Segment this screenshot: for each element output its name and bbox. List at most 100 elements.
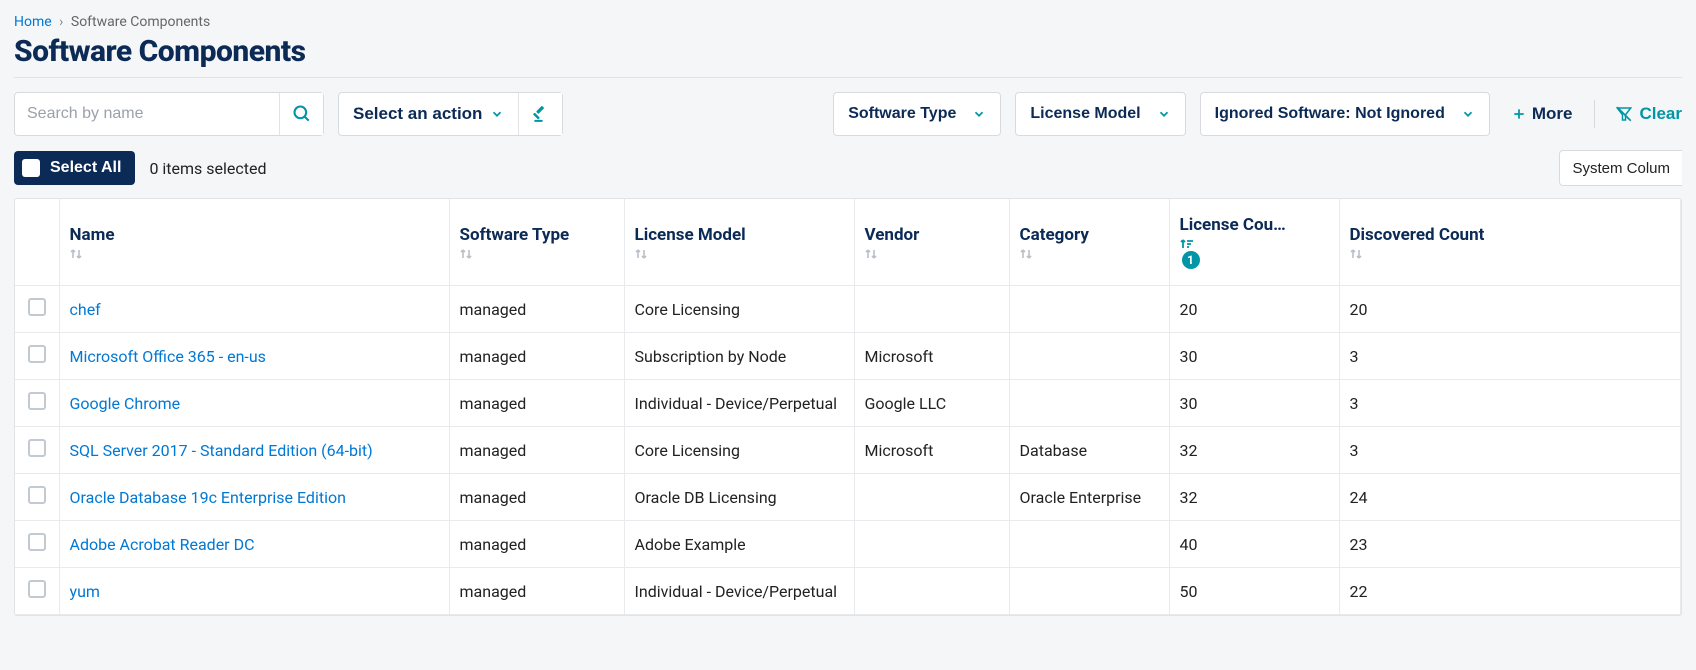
table-row: Microsoft Office 365 - en-us managed Sub… [15, 333, 1681, 380]
cell-software-type: managed [449, 427, 624, 474]
sort-icon [635, 247, 844, 261]
table-row: yum managed Individual - Device/Perpetua… [15, 568, 1681, 615]
items-selected-text: 0 items selected [149, 159, 266, 178]
cell-software-type: managed [449, 474, 624, 521]
gavel-button[interactable] [518, 93, 562, 135]
row-name-link[interactable]: yum [70, 582, 100, 601]
row-checkbox-cell [15, 380, 59, 427]
sort-icon [1350, 247, 1671, 261]
plus-icon [1512, 107, 1526, 121]
row-name-link[interactable]: chef [70, 300, 101, 319]
row-checkbox[interactable] [28, 392, 46, 410]
row-checkbox[interactable] [28, 486, 46, 504]
cell-vendor [854, 286, 1009, 333]
cell-software-type: managed [449, 380, 624, 427]
cell-discovered-count: 22 [1339, 568, 1681, 615]
row-checkbox[interactable] [28, 298, 46, 316]
breadcrumb-home[interactable]: Home [14, 14, 52, 30]
cell-discovered-count: 3 [1339, 427, 1681, 474]
row-checkbox-cell [15, 427, 59, 474]
sort-icon [1020, 247, 1159, 261]
breadcrumb-sep: › [59, 14, 63, 30]
row-name-link[interactable]: Google Chrome [70, 394, 181, 413]
cell-vendor [854, 521, 1009, 568]
row-checkbox[interactable] [28, 533, 46, 551]
divider [1594, 100, 1595, 128]
filter-license-model[interactable]: License Model [1015, 92, 1185, 136]
cell-category [1009, 333, 1169, 380]
cell-category [1009, 568, 1169, 615]
page-title: Software Components [14, 34, 1682, 69]
table-header-row: Name Software Type License Model [15, 199, 1681, 286]
row-name-link[interactable]: Adobe Acrobat Reader DC [70, 535, 255, 554]
cell-discovered-count: 3 [1339, 380, 1681, 427]
cell-license-model: Subscription by Node [624, 333, 854, 380]
search-input[interactable] [15, 105, 279, 123]
cell-name: Google Chrome [59, 380, 449, 427]
cell-discovered-count: 20 [1339, 286, 1681, 333]
filter-software-type[interactable]: Software Type [833, 92, 1001, 136]
cell-vendor [854, 568, 1009, 615]
toolbar: Select an action Software Type License M… [14, 92, 1682, 136]
col-name[interactable]: Name [59, 199, 449, 286]
search-button[interactable] [279, 93, 323, 135]
more-filters-button[interactable]: More [1504, 92, 1581, 136]
col-discovered-count[interactable]: Discovered Count [1339, 199, 1681, 286]
search-icon [292, 104, 312, 124]
table-row: SQL Server 2017 - Standard Edition (64-b… [15, 427, 1681, 474]
cell-category [1009, 380, 1169, 427]
filter-ignored-software[interactable]: Ignored Software: Not Ignored [1200, 92, 1490, 136]
cell-license-count: 50 [1169, 568, 1339, 615]
row-name-link[interactable]: SQL Server 2017 - Standard Edition (64-b… [70, 441, 373, 460]
table-row: Adobe Acrobat Reader DC managed Adobe Ex… [15, 521, 1681, 568]
system-columns-button[interactable]: System Colum [1559, 150, 1682, 186]
clear-filters-button[interactable]: Clear [1609, 92, 1682, 136]
col-category-label: Category [1020, 225, 1089, 245]
row-name-link[interactable]: Microsoft Office 365 - en-us [70, 347, 266, 366]
col-name-label: Name [70, 225, 115, 245]
select-action-label: Select an action [353, 104, 482, 124]
cell-license-model: Core Licensing [624, 286, 854, 333]
breadcrumb-current: Software Components [71, 14, 210, 30]
filter-ignored-label: Ignored Software: Not Ignored [1215, 105, 1445, 123]
cell-software-type: managed [449, 521, 624, 568]
sort-active-asc-icon [1180, 237, 1329, 251]
col-license-model-label: License Model [635, 225, 746, 245]
row-checkbox[interactable] [28, 439, 46, 457]
sort-icon [70, 247, 439, 261]
cell-vendor: Google LLC [854, 380, 1009, 427]
col-license-model[interactable]: License Model [624, 199, 854, 286]
col-check [15, 199, 59, 286]
col-software-type[interactable]: Software Type [449, 199, 624, 286]
cell-category [1009, 286, 1169, 333]
cell-name: Microsoft Office 365 - en-us [59, 333, 449, 380]
cell-software-type: managed [449, 286, 624, 333]
row-checkbox[interactable] [28, 345, 46, 363]
row-checkbox-cell [15, 286, 59, 333]
row-checkbox-cell [15, 474, 59, 521]
cell-license-count: 32 [1169, 427, 1339, 474]
chevron-down-icon [1461, 107, 1475, 121]
select-action-button[interactable]: Select an action [339, 93, 518, 135]
cell-license-count: 30 [1169, 333, 1339, 380]
sort-priority-badge: 1 [1182, 251, 1200, 269]
cell-discovered-count: 3 [1339, 333, 1681, 380]
breadcrumb: Home › Software Components [14, 14, 1682, 30]
select-all-button[interactable]: Select All [14, 151, 135, 185]
divider [14, 77, 1682, 78]
cell-software-type: managed [449, 568, 624, 615]
col-software-type-label: Software Type [460, 225, 570, 245]
select-all-label: Select All [50, 159, 121, 177]
clear-label: Clear [1639, 104, 1682, 124]
row-name-link[interactable]: Oracle Database 19c Enterprise Edition [70, 488, 346, 507]
cell-category: Database [1009, 427, 1169, 474]
row-checkbox-cell [15, 568, 59, 615]
row-checkbox[interactable] [28, 580, 46, 598]
cell-license-model: Core Licensing [624, 427, 854, 474]
filter-software-type-label: Software Type [848, 105, 956, 123]
cell-license-count: 40 [1169, 521, 1339, 568]
col-category[interactable]: Category [1009, 199, 1169, 286]
row-checkbox-cell [15, 333, 59, 380]
col-license-count[interactable]: License Cou… 1 [1169, 199, 1339, 286]
col-vendor[interactable]: Vendor [854, 199, 1009, 286]
